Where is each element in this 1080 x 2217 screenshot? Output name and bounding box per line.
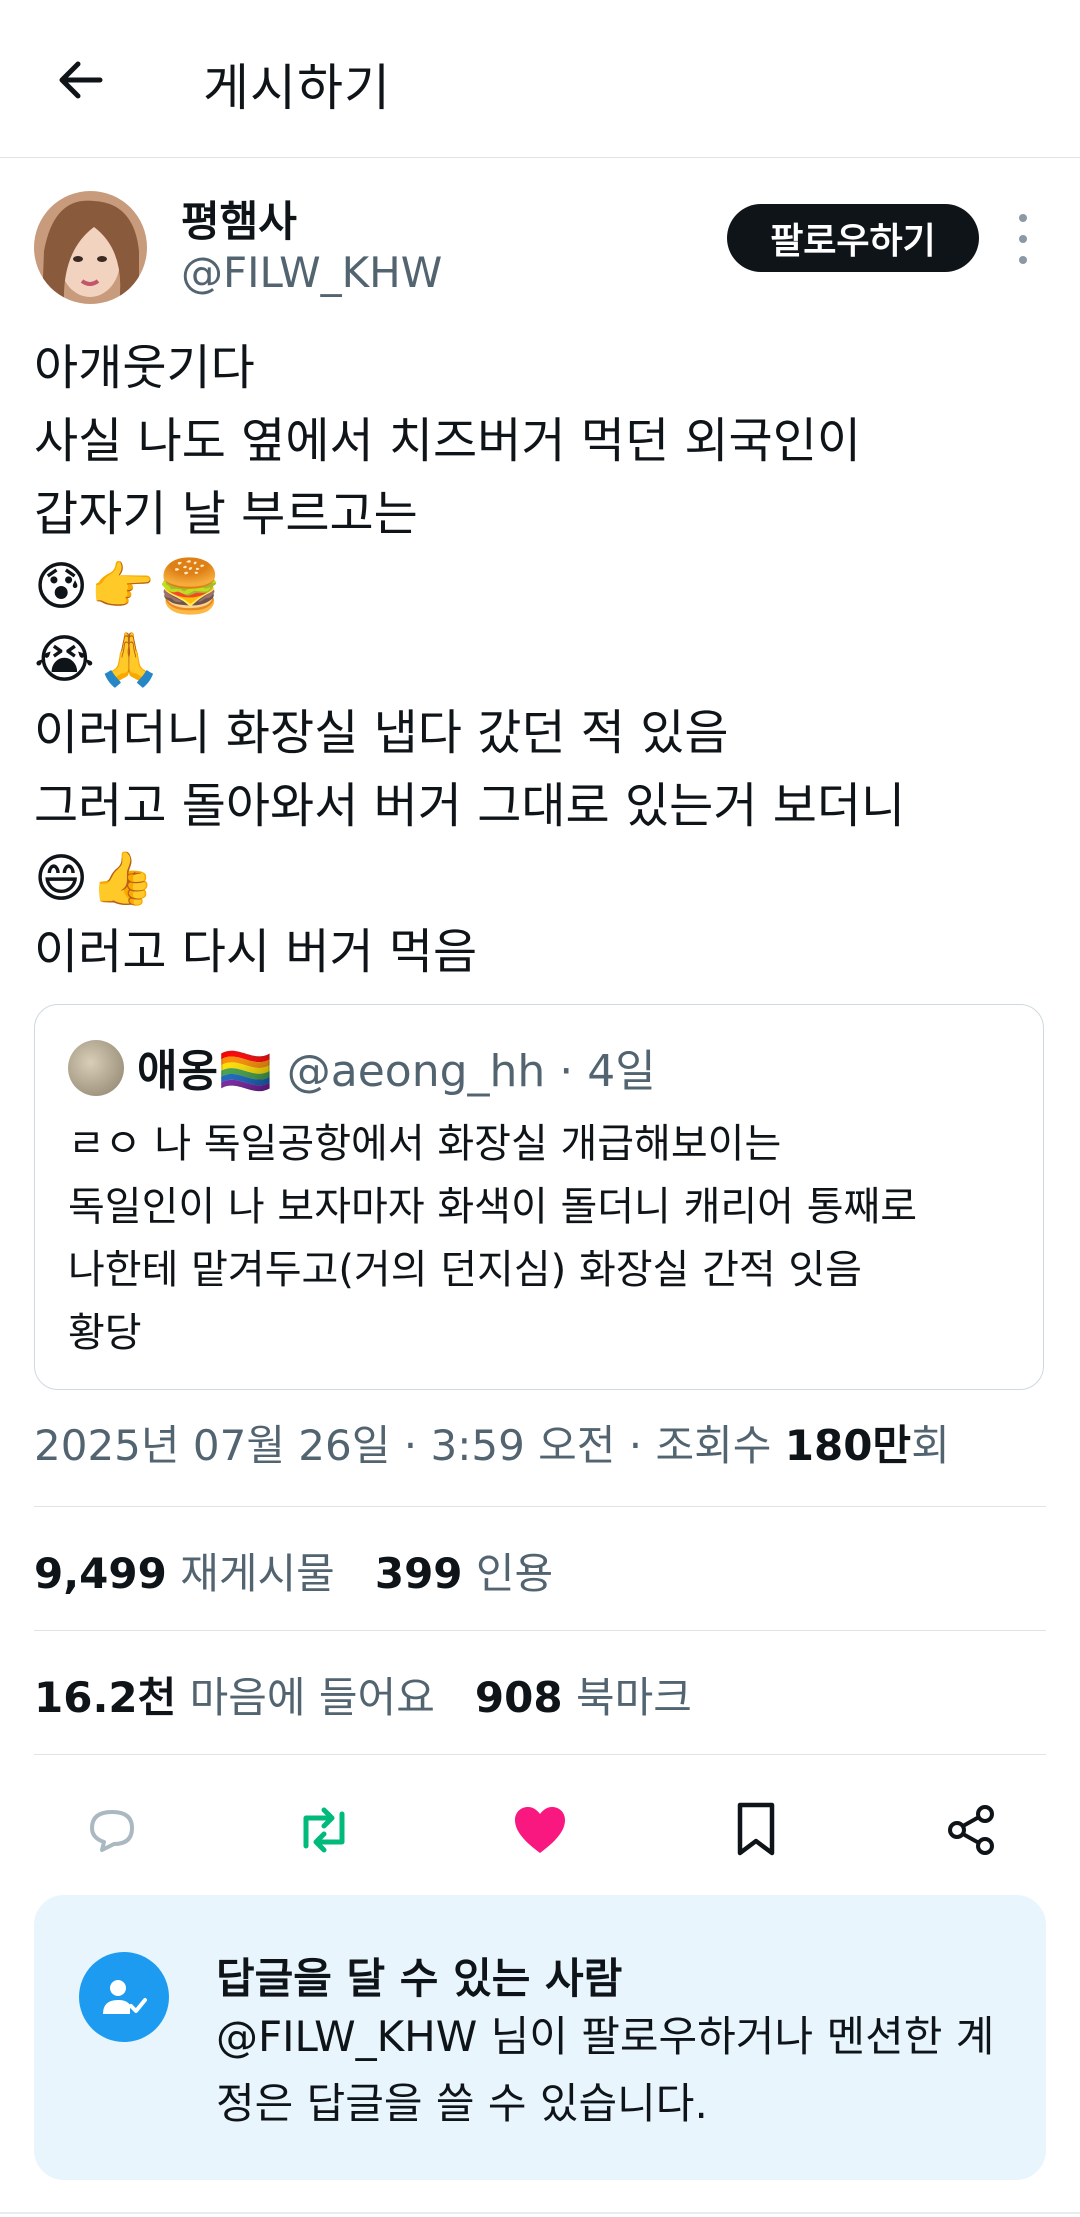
- stats-row-reposts: 9,499 재게시물 399 인용: [34, 1540, 553, 1601]
- reposts-stat[interactable]: 9,499 재게시물: [34, 1549, 335, 1598]
- likes-label: 마음에 들어요: [189, 1673, 435, 1722]
- post-line: 이러더니 화장실 냅다 갔던 적 있음: [34, 705, 729, 761]
- quoted-line: 독일인이 나 보자마자 화색이 돌더니 캐리어 통째로: [68, 1184, 918, 1230]
- bottom-divider: [0, 2212, 1080, 2214]
- quotes-count: 399: [374, 1549, 463, 1598]
- separator-dot: ·: [615, 1421, 656, 1470]
- share-icon[interactable]: [931, 1790, 1011, 1870]
- mention-user-icon: [79, 1952, 169, 2042]
- arrow-left-icon[interactable]: [50, 50, 110, 110]
- post-line: 이러고 다시 버거 먹음: [34, 924, 478, 980]
- notice-title: 답글을 달 수 있는 사람: [216, 1954, 623, 2003]
- post-line: 그러고 돌아와서 버거 그대로 있는거 보더니: [34, 778, 906, 834]
- quoted-header: 애옹🏳️‍🌈 @aeong_hh · 4일: [137, 1035, 656, 1099]
- page-title: 게시하기: [203, 59, 391, 117]
- post-emoji-line: 😭🙏: [34, 630, 164, 690]
- heart-icon[interactable]: [500, 1790, 580, 1870]
- separator-dot: ·: [545, 1046, 588, 1097]
- author-name[interactable]: 평햄사: [181, 188, 297, 249]
- post-time: 3:59 오전: [430, 1421, 616, 1470]
- divider: [34, 1630, 1046, 1631]
- reply-icon[interactable]: [72, 1790, 152, 1870]
- reposts-count: 9,499: [34, 1549, 167, 1598]
- post-date: 2025년 07월 26일: [34, 1421, 391, 1470]
- repost-icon[interactable]: [284, 1790, 364, 1870]
- post-emoji-line: 😰👉🍔: [34, 557, 224, 617]
- quoted-line: ㄹㅇ 나 독일공항에서 화장실 개급해보이는: [68, 1121, 782, 1167]
- views-value: 180만: [784, 1421, 912, 1470]
- top-bar: 게시하기: [0, 0, 1080, 158]
- views-label: 조회수: [655, 1421, 785, 1470]
- quoted-avatar: [68, 1040, 124, 1096]
- pride-flag-icon: 🏳️‍🌈: [217, 1046, 273, 1097]
- likes-stat[interactable]: 16.2천 마음에 들어요: [34, 1673, 435, 1722]
- post-line: 사실 나도 옆에서 치즈버거 먹던 외국인이: [34, 413, 862, 469]
- bookmarks-count: 908: [474, 1673, 563, 1722]
- quoted-author-name: 애옹: [137, 1046, 218, 1097]
- divider: [34, 1754, 1046, 1755]
- post-text: 아개웃기다 사실 나도 옆에서 치즈버거 먹던 외국인이 갑자기 날 부르고는 …: [34, 332, 1054, 989]
- reply-restriction-notice: 답글을 달 수 있는 사람 @FILW_KHW 님이 팔로우하거나 멘션한 계정…: [34, 1895, 1046, 2180]
- author-handle[interactable]: @FILW_KHW: [181, 248, 442, 297]
- bookmark-icon[interactable]: [716, 1790, 796, 1870]
- action-bar: [34, 1790, 1046, 1870]
- follow-button[interactable]: 팔로우하기: [727, 204, 979, 272]
- bookmarks-label: 북마크: [575, 1673, 692, 1722]
- post-emoji-line: 😄👍: [34, 849, 157, 909]
- quotes-stat[interactable]: 399 인용: [375, 1549, 553, 1598]
- divider: [34, 1506, 1046, 1507]
- quoted-author-handle: @aeong_hh: [286, 1046, 546, 1097]
- quoted-line: 황당: [68, 1310, 142, 1356]
- notice-text: @FILW_KHW 님이 팔로우하거나 멘션한 계정은 답글을 쓸 수 있습니다…: [216, 2012, 995, 2128]
- avatar[interactable]: [34, 191, 147, 304]
- post-meta: 2025년 07월 26일 · 3:59 오전 · 조회수 180만회: [34, 1412, 950, 1473]
- separator-dot: ·: [390, 1421, 431, 1470]
- quoted-line: 나한테 맡겨두고(거의 던지심) 화장실 간적 잇음: [68, 1247, 862, 1293]
- quoted-time: 4일: [587, 1046, 656, 1097]
- stats-row-likes: 16.2천 마음에 들어요 908 북마크: [34, 1664, 692, 1725]
- quotes-label: 인용: [475, 1549, 554, 1598]
- more-vertical-icon[interactable]: [1008, 214, 1038, 264]
- reposts-label: 재게시물: [180, 1549, 335, 1598]
- post-line: 아개웃기다: [34, 340, 255, 396]
- likes-count: 16.2천: [34, 1673, 177, 1722]
- views-suffix: 회: [911, 1421, 950, 1470]
- post-line: 갑자기 날 부르고는: [34, 486, 418, 542]
- quoted-text: ㄹㅇ 나 독일공항에서 화장실 개급해보이는 독일인이 나 보자마자 화색이 돌…: [68, 1113, 1018, 1365]
- bookmarks-stat[interactable]: 908 북마크: [475, 1673, 692, 1722]
- quoted-post[interactable]: 애옹🏳️‍🌈 @aeong_hh · 4일 ㄹㅇ 나 독일공항에서 화장실 개급…: [34, 1004, 1044, 1390]
